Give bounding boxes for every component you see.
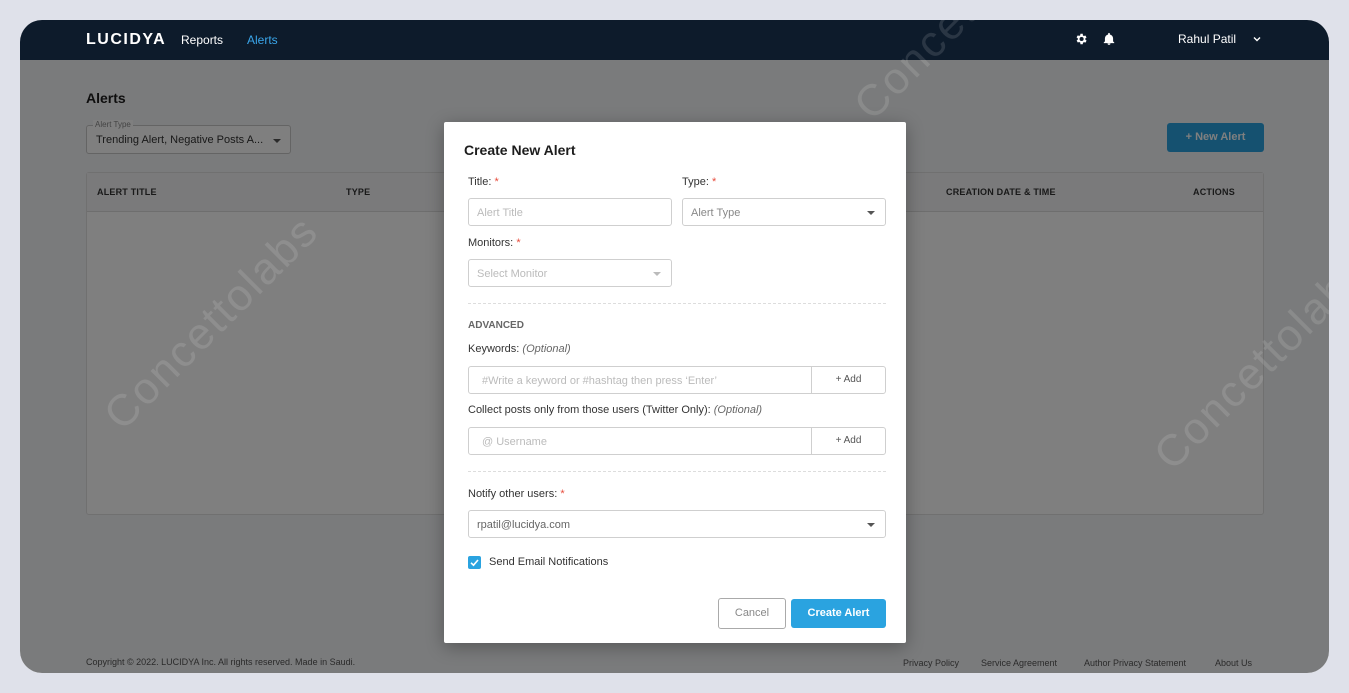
user-menu[interactable]: Rahul Patil	[1178, 32, 1236, 46]
create-alert-modal: Create New Alert Title: * Alert Title Ty…	[444, 122, 906, 643]
watermark: Concettolabs	[94, 206, 328, 440]
monitor-placeholder: Select Monitor	[477, 268, 548, 280]
watermark: Concettolabs	[1144, 246, 1329, 480]
caret-down-icon	[867, 523, 875, 527]
username-placeholder: @ Username	[482, 436, 547, 448]
monitor-select[interactable]: Select Monitor	[468, 259, 672, 287]
alert-type-placeholder: Alert Type	[691, 207, 741, 219]
gear-icon[interactable]	[1074, 32, 1088, 46]
caret-down-icon	[653, 272, 661, 276]
modal-title: Create New Alert	[464, 142, 576, 158]
add-username-button[interactable]: + Add	[811, 428, 885, 454]
check-icon	[470, 559, 479, 567]
notify-users-select[interactable]: rpatil@lucidya.com	[468, 510, 886, 538]
title-label: Title: *	[468, 176, 499, 188]
add-keyword-button[interactable]: + Add	[811, 367, 885, 393]
cancel-button[interactable]: Cancel	[718, 598, 786, 629]
username-input[interactable]: @ Username + Add	[468, 427, 886, 455]
notify-users-value: rpatil@lucidya.com	[477, 519, 571, 531]
nav-link-alerts[interactable]: Alerts	[247, 33, 278, 47]
send-email-label[interactable]: Send Email Notifications	[489, 556, 608, 568]
alert-title-placeholder: Alert Title	[477, 207, 523, 219]
divider	[468, 303, 886, 304]
notify-users-label: Notify other users: *	[468, 488, 565, 500]
alert-title-input[interactable]: Alert Title	[468, 198, 672, 226]
twitter-users-label: Collect posts only from those users (Twi…	[468, 404, 763, 416]
advanced-section-label: ADVANCED	[468, 320, 524, 331]
keywords-input[interactable]: #Write a keyword or #hashtag then press …	[468, 366, 886, 394]
chevron-down-icon[interactable]	[1252, 34, 1262, 44]
keywords-placeholder: #Write a keyword or #hashtag then press …	[482, 375, 717, 387]
divider	[468, 471, 886, 472]
bell-icon[interactable]	[1102, 32, 1116, 46]
keywords-label: Keywords: (Optional)	[468, 343, 571, 355]
send-email-checkbox[interactable]	[468, 556, 481, 569]
logo[interactable]: LUCIDYA	[86, 31, 166, 49]
alert-type-select[interactable]: Alert Type	[682, 198, 886, 226]
type-label: Type: *	[682, 176, 717, 188]
nav-link-reports[interactable]: Reports	[181, 33, 223, 47]
create-alert-button[interactable]: Create Alert	[791, 599, 886, 628]
caret-down-icon	[867, 211, 875, 215]
app-window: LUCIDYA Reports Alerts Rahul Patil Alert…	[20, 20, 1329, 673]
monitors-label: Monitors: *	[468, 237, 521, 249]
top-navbar: LUCIDYA Reports Alerts Rahul Patil	[20, 20, 1329, 60]
